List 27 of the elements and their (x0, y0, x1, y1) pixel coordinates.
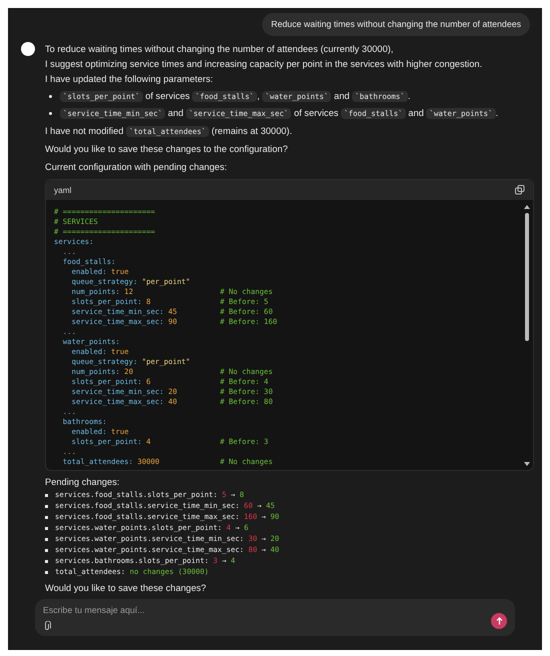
message-paragraph: I have updated the following parameters: (45, 73, 214, 86)
bullet-icon (49, 112, 52, 116)
section-heading: Pending changes: (45, 476, 120, 490)
bullet-icon (45, 560, 48, 564)
message-composer[interactable]: Escribe tu mensaje aquí... (35, 599, 515, 636)
bullet-icon (45, 549, 48, 552)
bullet-icon (45, 505, 48, 508)
send-button[interactable] (491, 613, 507, 630)
bullet-icon (45, 527, 48, 530)
assistant-avatar-icon (21, 42, 35, 56)
arrow-up-icon (496, 617, 502, 626)
copy-icon[interactable] (515, 185, 525, 196)
paperclip-icon[interactable] (43, 621, 51, 632)
message-paragraph: Current configuration with pending changes: (45, 161, 228, 174)
scrollbar-drawing[interactable] (523, 204, 531, 468)
user-message: Reduce waiting times without changing the number of attendees (262, 13, 530, 36)
message-paragraph: To reduce waiting times without changing the number of attendees (currently 30000), (45, 43, 394, 56)
message-paragraph: Would you like to save these changes to the configuration? (45, 143, 289, 156)
bullet-icon (45, 516, 48, 520)
message-paragraph: Would you like to save these changes? (45, 582, 208, 596)
bullet-icon (45, 571, 48, 574)
bullet-icon (45, 494, 48, 498)
message-paragraph: I suggest optimizing service times and increasing capacity per point in the services with higher congestion. (45, 58, 484, 72)
bullet-icon (49, 95, 52, 98)
code-language-label: yaml (54, 184, 72, 196)
message-input[interactable]: Escribe tu mensaje aquí... (43, 604, 443, 618)
bullet-icon (45, 538, 48, 542)
